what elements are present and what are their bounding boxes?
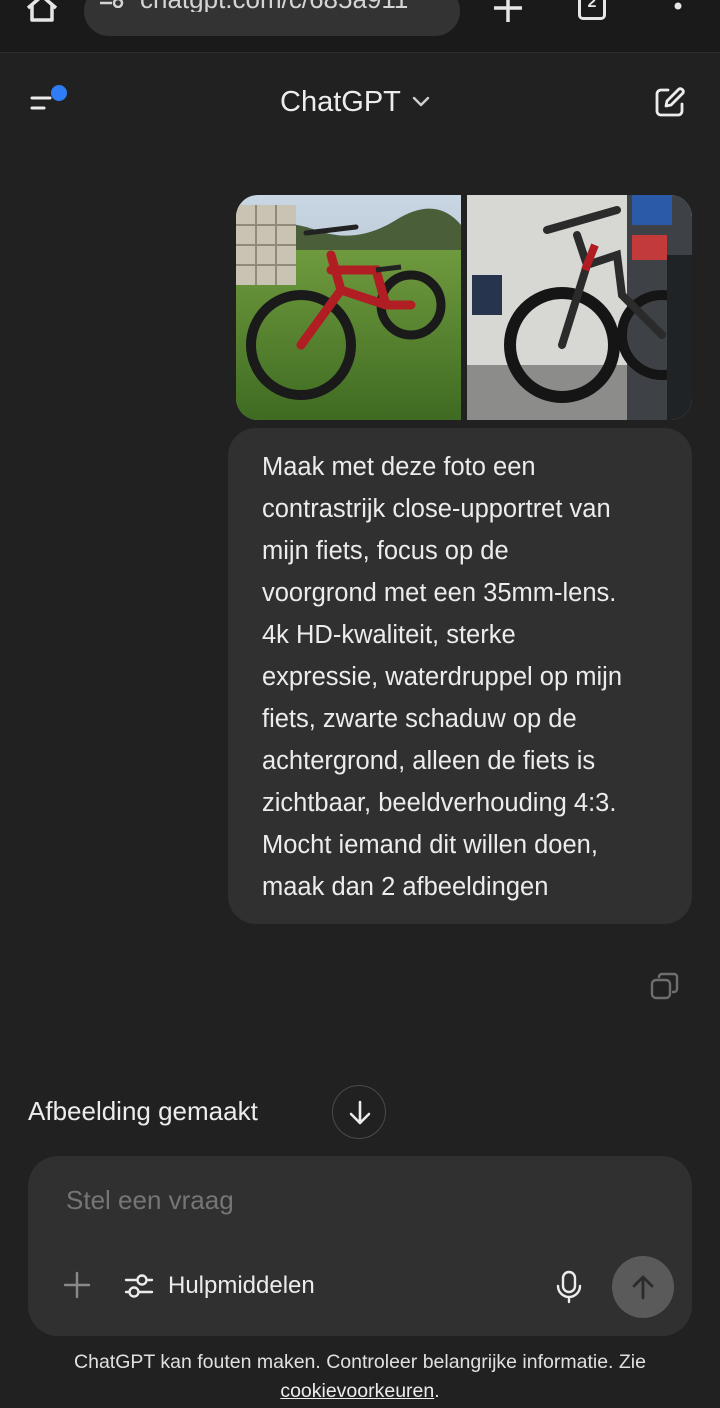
new-chat-button[interactable] bbox=[652, 84, 688, 120]
tools-button[interactable]: Hulpmiddelen bbox=[124, 1268, 315, 1304]
chevron-down-icon bbox=[412, 96, 430, 107]
app-title: ChatGPT bbox=[280, 85, 401, 118]
model-selector[interactable]: ChatGPT bbox=[280, 82, 431, 122]
user-attachments bbox=[236, 195, 692, 420]
address-bar[interactable]: chatgpt.com/c/685a911 bbox=[84, 0, 460, 36]
disclaimer: ChatGPT kan fouten maken. Controleer bel… bbox=[0, 1348, 720, 1406]
message-input[interactable] bbox=[64, 1184, 628, 1217]
tools-label: Hulpmiddelen bbox=[168, 1272, 315, 1299]
plus-icon bbox=[494, 0, 522, 22]
attach-icon bbox=[63, 1271, 91, 1299]
tabs-button[interactable]: 2 bbox=[578, 0, 610, 24]
app-header: ChatGPT bbox=[0, 60, 720, 144]
disclaimer-text: ChatGPT kan fouten maken. Controleer bel… bbox=[74, 1351, 646, 1373]
arrow-up-icon bbox=[632, 1275, 654, 1300]
user-message-bubble: Maak met deze foto een contrastrijk clos… bbox=[228, 428, 692, 924]
notification-dot bbox=[51, 85, 67, 101]
user-message-text: Maak met deze foto een contrastrijk clos… bbox=[262, 453, 623, 901]
scroll-to-bottom-button[interactable] bbox=[332, 1085, 386, 1139]
menu-icon bbox=[30, 85, 67, 110]
message-composer: Hulpmiddelen bbox=[28, 1156, 692, 1336]
bike-photo-outdoor[interactable] bbox=[236, 195, 461, 420]
more-icon[interactable] bbox=[664, 0, 692, 22]
browser-toolbar: chatgpt.com/c/685a911 2 bbox=[0, 0, 720, 53]
image-status: Afbeelding gemaakt bbox=[28, 1096, 258, 1126]
sliders-icon bbox=[124, 1274, 154, 1298]
bike-photo-garage[interactable] bbox=[467, 195, 692, 420]
microphone-button[interactable] bbox=[554, 1270, 584, 1304]
url-text[interactable]: chatgpt.com/c/685a911 bbox=[140, 0, 450, 12]
site-settings-icon[interactable] bbox=[100, 0, 124, 9]
copy-button[interactable] bbox=[648, 970, 682, 1004]
mic-icon bbox=[556, 1270, 582, 1304]
send-button[interactable] bbox=[612, 1256, 674, 1318]
disclaimer-suffix: . bbox=[434, 1380, 440, 1402]
arrow-down-icon bbox=[349, 1100, 371, 1125]
home-icon[interactable] bbox=[22, 0, 62, 26]
cookie-preferences-link[interactable]: cookievoorkeuren bbox=[280, 1380, 434, 1402]
tab-count: 2 bbox=[587, 0, 597, 11]
new-tab-button[interactable] bbox=[490, 0, 526, 26]
copy-icon bbox=[650, 972, 679, 1000]
edit-icon bbox=[655, 87, 685, 117]
sidebar-toggle[interactable] bbox=[28, 84, 72, 120]
attach-button[interactable] bbox=[62, 1270, 92, 1300]
